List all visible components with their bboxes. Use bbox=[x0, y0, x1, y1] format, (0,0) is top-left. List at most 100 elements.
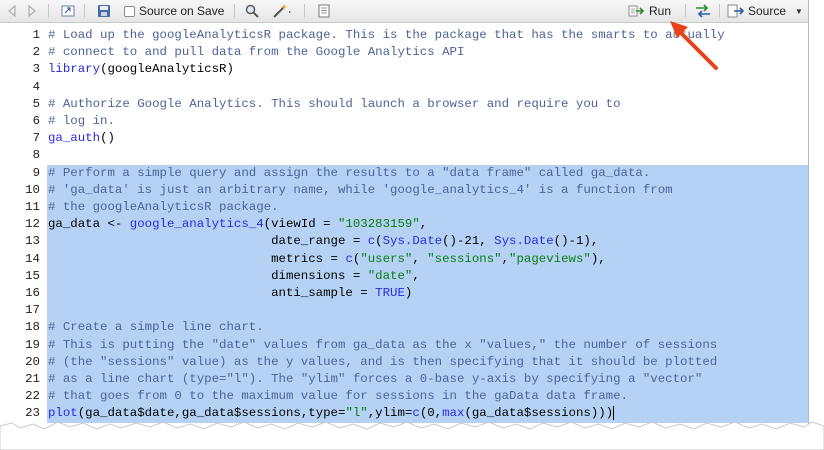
editor-toolbar: Source on Save Run Source ▼ bbox=[0, 0, 808, 23]
code-text[interactable]: # that goes from 0 to the maximum value … bbox=[47, 388, 808, 406]
magic-wand-icon bbox=[273, 4, 291, 18]
line-number: 18 bbox=[25, 320, 40, 335]
code-line[interactable]: 22 # that goes from 0 to the maximum valu… bbox=[0, 388, 808, 406]
toolbar-separator bbox=[234, 4, 235, 18]
line-number: 14 bbox=[25, 251, 40, 266]
code-text[interactable]: metrics = c("users", "sessions","pagevie… bbox=[47, 250, 808, 268]
run-lines-icon bbox=[628, 5, 645, 17]
show-in-window-button[interactable] bbox=[60, 3, 76, 19]
toolbar-separator bbox=[304, 4, 305, 18]
line-number: 5 bbox=[32, 96, 40, 111]
code-line[interactable]: 1 # Load up the googleAnalyticsR package.… bbox=[0, 27, 808, 44]
editor-window: Source on Save Run Source ▼ 1 # Load up t bbox=[0, 0, 809, 425]
search-icon bbox=[245, 4, 259, 18]
line-number: 4 bbox=[32, 79, 40, 94]
source-button[interactable]: Source ▼ bbox=[727, 3, 803, 19]
code-line[interactable]: 20 # (the "sessions" value) as the y valu… bbox=[0, 353, 808, 371]
code-text[interactable]: # Perform a simple query and assign the … bbox=[47, 164, 808, 182]
code-text[interactable]: # log in. bbox=[47, 113, 808, 130]
code-text[interactable]: # the googleAnalyticsR package. bbox=[47, 199, 808, 217]
source-on-save-label: Source on Save bbox=[139, 4, 225, 18]
code-text[interactable] bbox=[47, 147, 808, 164]
save-icon bbox=[98, 5, 110, 17]
code-line[interactable]: 16 anti_sample = TRUE) bbox=[0, 285, 808, 303]
code-text[interactable]: # This is putting the "date" values from… bbox=[47, 336, 808, 354]
code-text[interactable] bbox=[47, 79, 808, 96]
line-number: 12 bbox=[25, 217, 40, 232]
code-text[interactable]: # connect to and pull data from the Goog… bbox=[47, 44, 808, 61]
document-icon bbox=[318, 4, 330, 18]
line-number: 7 bbox=[32, 131, 40, 146]
line-number: 1 bbox=[32, 28, 40, 42]
line-number: 10 bbox=[25, 182, 40, 197]
code-editor[interactable]: 1 # Load up the googleAnalyticsR package.… bbox=[0, 23, 808, 425]
code-text[interactable]: anti_sample = TRUE) bbox=[47, 285, 808, 303]
rerun-icon bbox=[696, 4, 710, 18]
run-label: Run bbox=[649, 4, 672, 18]
checkbox-box[interactable] bbox=[124, 5, 135, 17]
line-number: 6 bbox=[32, 114, 40, 128]
code-text[interactable]: # as a line chart (type="l"). The "ylim"… bbox=[47, 371, 808, 389]
code-text[interactable]: library(googleAnalyticsR) bbox=[47, 61, 808, 78]
line-number: 20 bbox=[25, 354, 40, 369]
line-number: 11 bbox=[25, 200, 40, 214]
line-number: 17 bbox=[25, 303, 40, 318]
source-label: Source bbox=[748, 4, 787, 18]
open-in-window-icon bbox=[61, 5, 75, 17]
code-line[interactable]: 6 # log in. bbox=[0, 113, 808, 130]
torn-edge-decoration bbox=[0, 421, 824, 450]
code-text[interactable]: # Load up the googleAnalyticsR package. … bbox=[47, 27, 808, 44]
code-line[interactable]: 8 bbox=[0, 147, 808, 164]
code-line[interactable]: 15 dimensions = "date", bbox=[0, 267, 808, 285]
code-line[interactable]: 10 # 'ga_data' is just an arbitrary name,… bbox=[0, 181, 808, 199]
code-line[interactable]: 5 # Authorize Google Analytics. This shou… bbox=[0, 96, 808, 113]
code-line[interactable]: 21 # as a line chart (type="l"). The "yli… bbox=[0, 371, 808, 389]
toolbar-separator bbox=[719, 4, 720, 18]
code-line[interactable]: 4 bbox=[0, 79, 808, 96]
code-line[interactable]: 7 ga_auth() bbox=[0, 130, 808, 147]
code-text[interactable]: ga_auth() bbox=[47, 130, 808, 147]
code-line[interactable]: 14 metrics = c("users", "sessions","page… bbox=[0, 250, 808, 268]
line-number: 19 bbox=[25, 337, 40, 352]
compile-report-button[interactable] bbox=[316, 3, 332, 19]
code-text[interactable]: date_range = c(Sys.Date()-21, Sys.Date()… bbox=[47, 233, 808, 251]
rerun-button[interactable] bbox=[694, 3, 712, 19]
back-button[interactable] bbox=[4, 3, 20, 19]
code-line[interactable]: 9 # Perform a simple query and assign the… bbox=[0, 164, 808, 182]
code-text[interactable]: # 'ga_data' is just an arbitrary name, w… bbox=[47, 181, 808, 199]
save-button[interactable] bbox=[96, 3, 112, 19]
code-line[interactable]: 19 # This is putting the "date" values fr… bbox=[0, 336, 808, 354]
code-text[interactable]: # (the "sessions" value) as the y values… bbox=[47, 353, 808, 371]
code-text[interactable]: dimensions = "date", bbox=[47, 267, 808, 285]
run-button[interactable]: Run bbox=[628, 3, 671, 19]
code-line[interactable]: 13 date_range = c(Sys.Date()-21, Sys.Dat… bbox=[0, 233, 808, 251]
code-text[interactable]: # Authorize Google Analytics. This shoul… bbox=[47, 96, 808, 113]
code-text[interactable] bbox=[47, 302, 808, 320]
line-number: 13 bbox=[25, 234, 40, 249]
line-number: 16 bbox=[25, 286, 40, 300]
arrow-right-icon bbox=[28, 4, 36, 18]
code-line[interactable]: 2 # connect to and pull data from the Goo… bbox=[0, 44, 808, 61]
code-text[interactable]: # Create a simple line chart. bbox=[47, 319, 808, 337]
source-on-save-checkbox[interactable]: Source on Save bbox=[124, 3, 224, 19]
line-number: 3 bbox=[32, 62, 40, 77]
line-number: 21 bbox=[25, 372, 40, 386]
line-number: 22 bbox=[25, 389, 40, 404]
line-number: 15 bbox=[25, 268, 40, 283]
line-number: 9 bbox=[32, 165, 40, 180]
code-line[interactable]: 11 # the googleAnalyticsR package. bbox=[0, 199, 808, 217]
toolbar-separator bbox=[84, 4, 85, 18]
chevron-down-icon[interactable]: ▼ bbox=[795, 7, 803, 16]
code-text[interactable]: ga_data <- google_analytics_4(viewId = "… bbox=[47, 216, 808, 234]
line-number: 8 bbox=[32, 148, 40, 163]
code-line[interactable]: 18 # Create a simple line chart. bbox=[0, 319, 808, 337]
toolbar-separator bbox=[48, 4, 49, 18]
code-tools-button[interactable] bbox=[272, 3, 294, 19]
code-line[interactable]: 12 ga_data <- google_analytics_4(viewId =… bbox=[0, 216, 808, 234]
code-line[interactable]: 17 bbox=[0, 302, 808, 320]
text-cursor bbox=[613, 406, 615, 421]
find-replace-button[interactable] bbox=[244, 3, 260, 19]
code-line[interactable]: 3 library(googleAnalyticsR) bbox=[0, 61, 808, 78]
forward-button[interactable] bbox=[24, 3, 40, 19]
source-file-icon bbox=[727, 4, 745, 18]
